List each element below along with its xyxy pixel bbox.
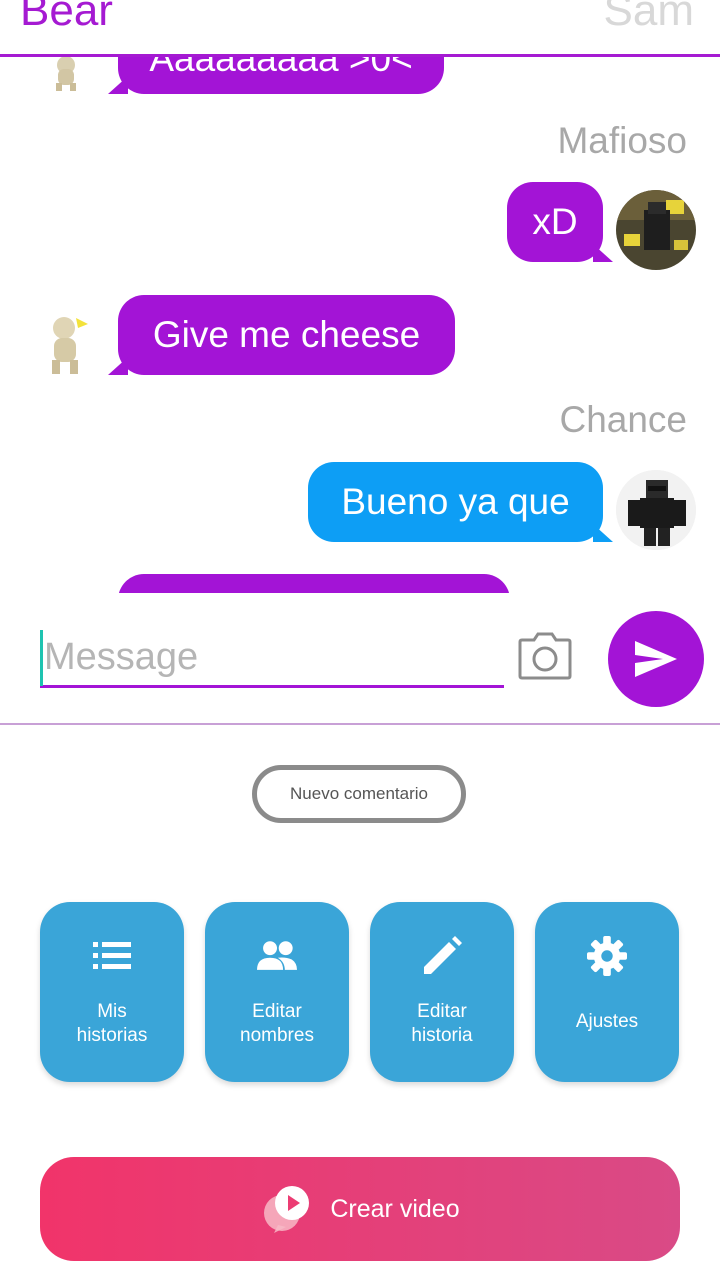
edit-story-button[interactable]: Editar historia — [370, 902, 514, 1082]
chat-header: Bear Sam — [0, 0, 720, 57]
left-character-name[interactable]: Bear — [20, 0, 113, 36]
camera-icon[interactable] — [518, 632, 572, 682]
message-bubble[interactable]: Bueno ya que — [308, 462, 603, 542]
mafioso-avatar — [616, 190, 696, 270]
text-caret — [40, 630, 43, 686]
list-icon — [92, 936, 132, 976]
new-comment-label: Nuevo comentario — [290, 784, 428, 803]
tile-label: Ajustes — [575, 1011, 639, 1032]
settings-button[interactable]: Ajustes — [535, 902, 679, 1082]
sender-name: Chance — [559, 399, 687, 440]
tile-label: Editar historia — [411, 1001, 473, 1046]
new-comment-button[interactable]: Nuevo comentario — [252, 765, 466, 823]
send-button[interactable] — [608, 611, 704, 707]
message-bubble[interactable]: Give me cheese — [118, 295, 455, 375]
message-text: xD — [532, 201, 578, 242]
chat-area[interactable]: Aaaaaaaaa >0< Mafioso xD Give me cheese … — [0, 57, 720, 593]
right-character-name[interactable]: Sam — [604, 0, 694, 36]
sender-name: Mafioso — [557, 120, 687, 161]
message-bubble-partial[interactable] — [118, 574, 510, 593]
bear-avatar — [44, 57, 94, 127]
people-icon — [257, 936, 297, 976]
bear-avatar — [44, 314, 94, 384]
message-bubble[interactable]: xD — [507, 182, 603, 262]
edit-names-button[interactable]: Editar nombres — [205, 902, 349, 1082]
message-input[interactable] — [40, 630, 504, 688]
send-icon — [635, 641, 677, 677]
message-text: Aaaaaaaaa >0< — [149, 57, 413, 79]
pencil-icon — [422, 936, 462, 976]
message-text: Give me cheese — [152, 314, 421, 355]
create-video-label: Crear video — [330, 1194, 460, 1223]
chance-avatar — [616, 470, 696, 550]
tile-label: Editar nombres — [240, 1001, 314, 1046]
my-stories-button[interactable]: Mis historias — [40, 902, 184, 1082]
message-bubble[interactable]: Aaaaaaaaa >0< — [118, 57, 444, 94]
tile-label: Mis historias — [76, 1001, 148, 1046]
create-video-button[interactable]: Crear video — [40, 1157, 680, 1261]
video-bubble-icon — [260, 1185, 316, 1233]
message-text: Bueno ya que — [341, 481, 570, 522]
gear-icon — [587, 936, 627, 976]
